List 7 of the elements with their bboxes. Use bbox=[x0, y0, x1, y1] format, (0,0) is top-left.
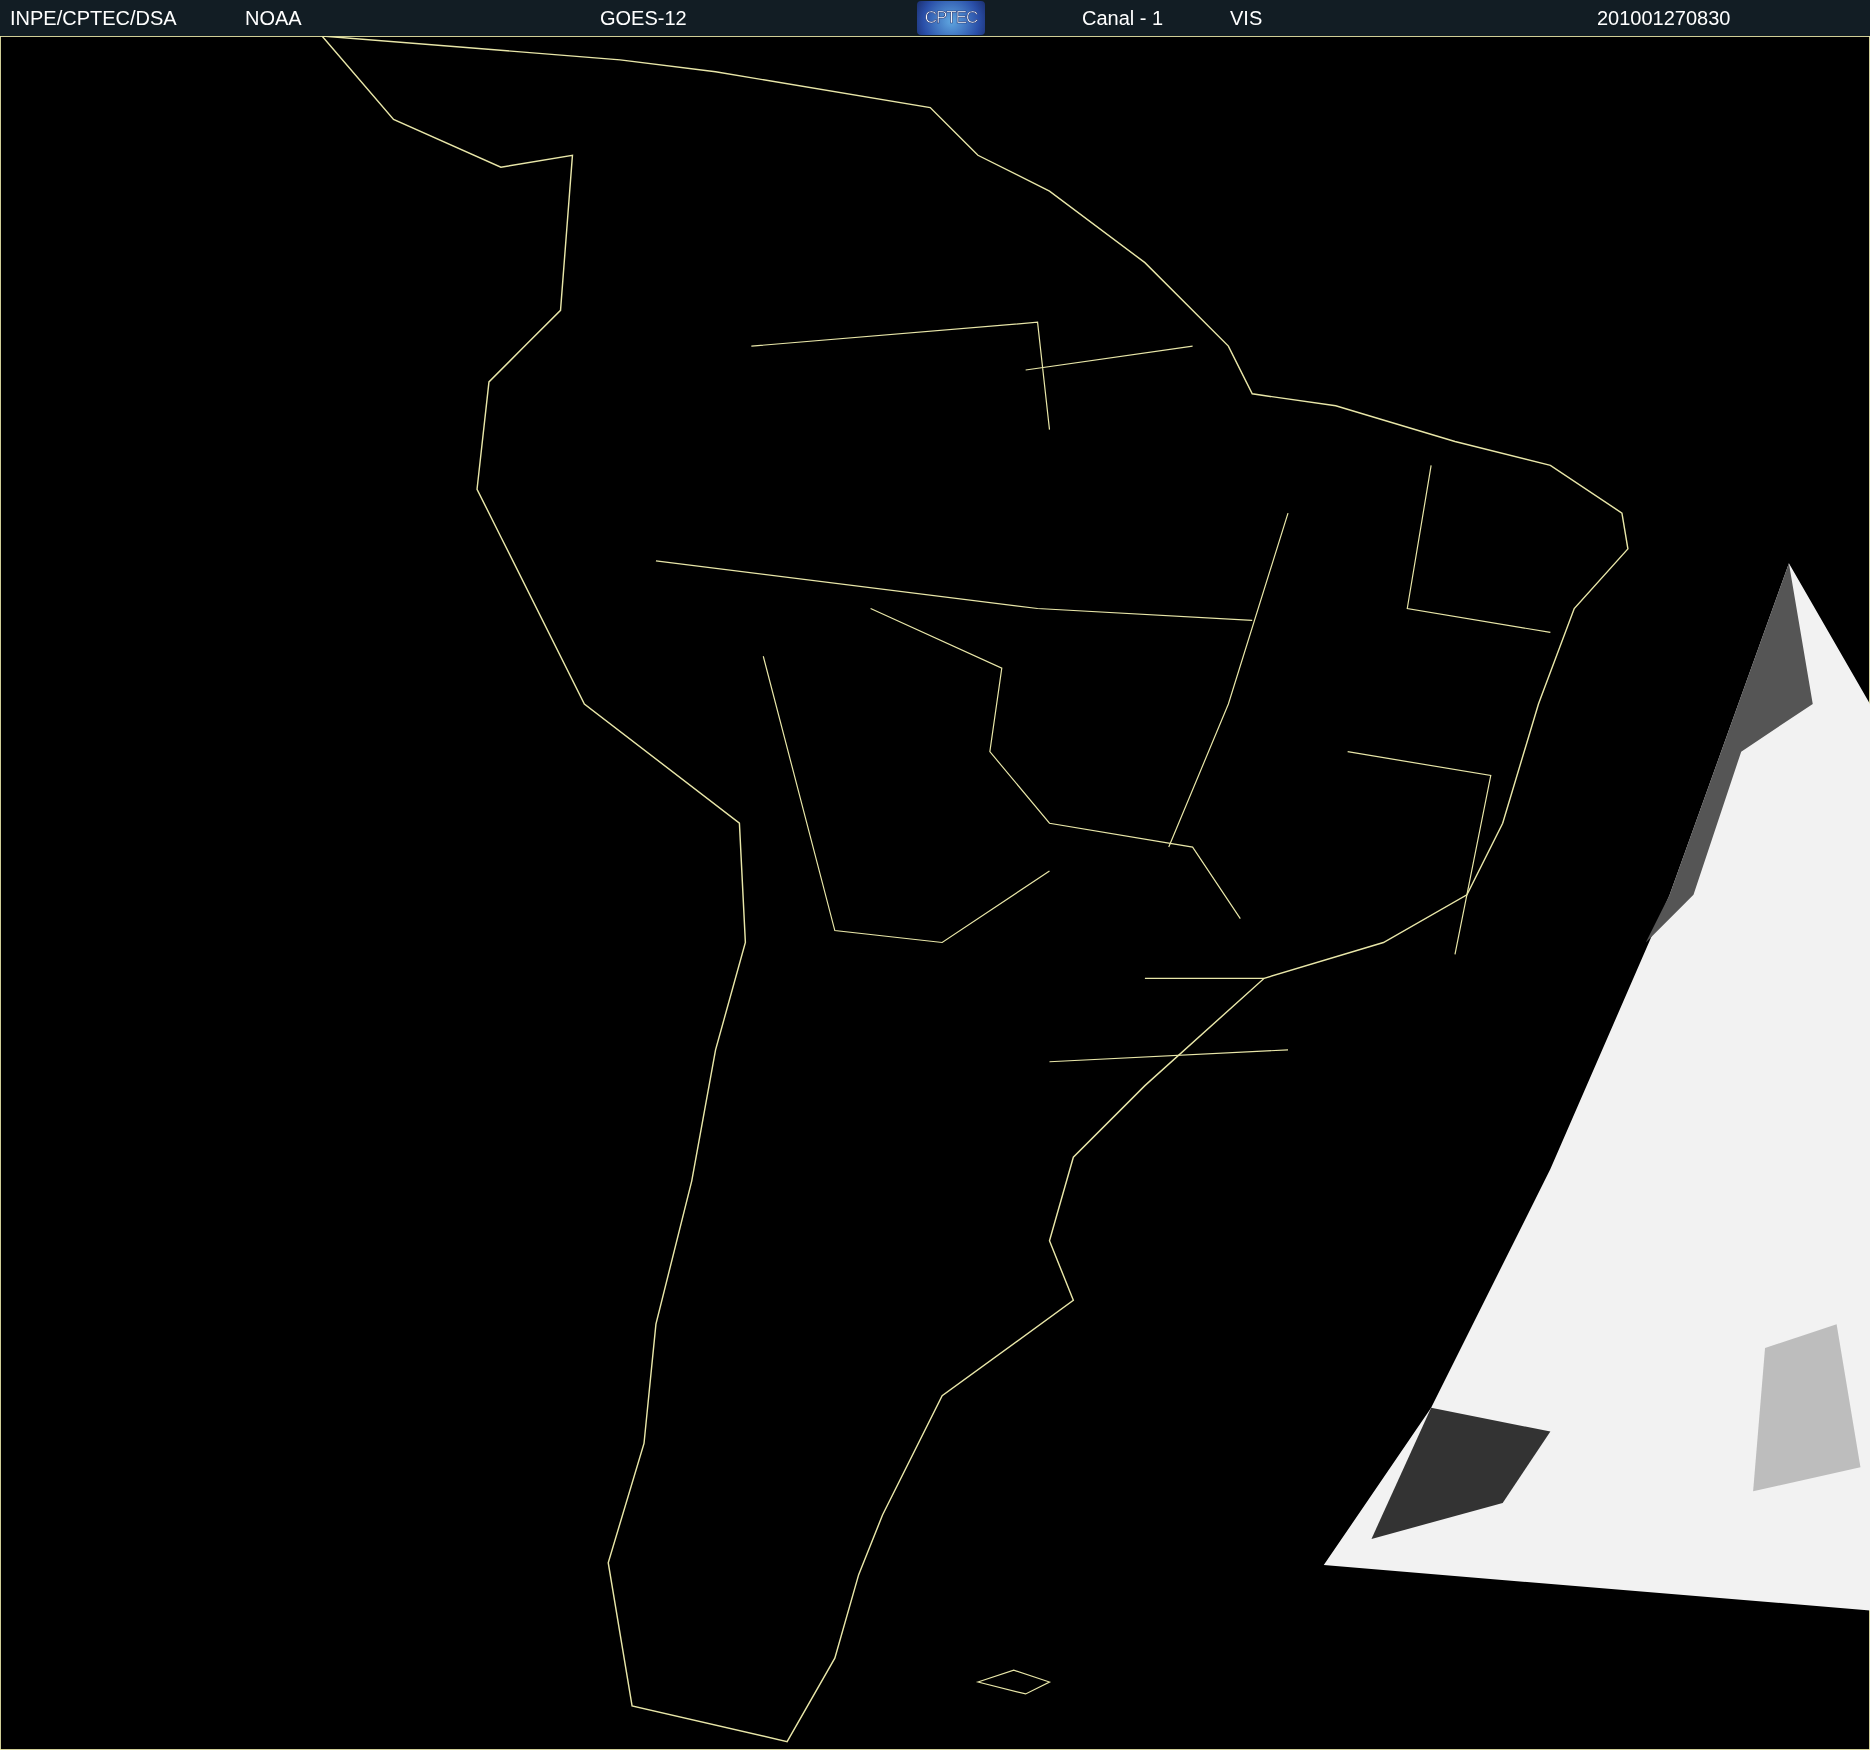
header-label: NOAA bbox=[245, 6, 302, 30]
header-label: 201001270830 bbox=[1597, 6, 1731, 30]
logo: CPTEC bbox=[917, 1, 985, 35]
header-label: Canal - 1 bbox=[1082, 6, 1164, 30]
header-label: GOES-12 bbox=[600, 6, 687, 30]
header-label: INPE/CPTEC/DSA bbox=[10, 6, 177, 30]
header-label: VIS bbox=[1230, 6, 1263, 30]
